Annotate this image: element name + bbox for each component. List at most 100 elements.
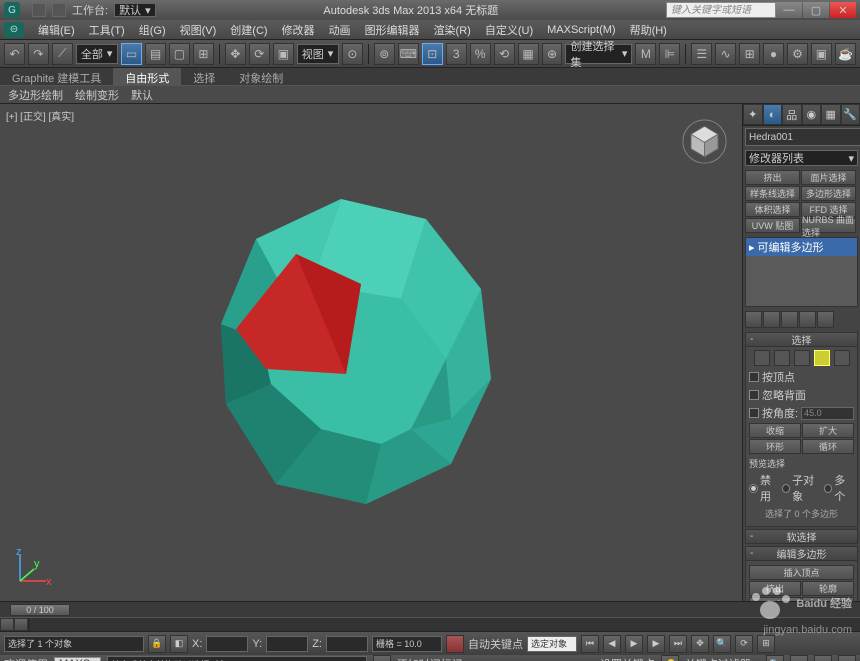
viewport-label[interactable]: [+] [正交] [真实] [6,108,74,123]
object-name-field[interactable] [745,128,860,146]
subobj-element[interactable] [834,350,850,366]
link-button[interactable]: ⟋ [52,43,73,65]
layers-button[interactable]: ☰ [691,43,712,65]
select-by-name-button[interactable]: ▤ [145,43,166,65]
coord-z-field[interactable] [326,636,368,652]
stack-remove[interactable] [799,311,816,328]
menu-create[interactable]: 创建(C) [224,20,273,40]
setkey-button[interactable]: 🔑 [661,655,679,661]
nav-region-icon[interactable]: ▣ [814,655,832,661]
scale-button[interactable]: ▣ [273,43,294,65]
ref-coord-combo[interactable]: 视图▾ [297,44,339,64]
align-button[interactable]: ⊫ [659,43,680,65]
subobj-vertex[interactable] [754,350,770,366]
btn-loop[interactable]: 循环 [802,439,854,454]
autokey-label[interactable]: 自动关键点 [468,636,523,652]
manipulate-button[interactable]: ⊚ [374,43,395,65]
play-start-icon[interactable]: ⏮ [581,635,599,653]
ribbon-sub-polypaint[interactable]: 多边形绘制 [8,87,63,103]
qat-redo[interactable] [52,3,66,17]
play-prev-icon[interactable]: ◀ [603,635,621,653]
cmdtab-hierarchy[interactable]: 品 [782,104,802,125]
edged-faces-icon[interactable]: ▦ [518,43,539,65]
pivot-button[interactable]: ⊙ [342,43,363,65]
rect-select-icon[interactable]: ▢ [169,43,190,65]
modbtn-nurbssel[interactable]: NURBS 曲面选择 [801,218,856,233]
menu-group[interactable]: 组(G) [133,20,172,40]
menu-tools[interactable]: 工具(T) [83,20,131,40]
help-search[interactable]: 键入关键字或短语 [666,2,776,18]
subobj-border[interactable] [794,350,810,366]
cmdtab-modify[interactable]: ◐ [763,104,783,125]
nav-orbit-icon[interactable]: ⟳ [735,635,753,653]
nav-zoom-icon[interactable]: 🔍 [713,635,731,653]
modbtn-polysel[interactable]: 多边形选择 [801,186,856,201]
track-filter-icon[interactable] [0,618,14,631]
snap-toggle[interactable]: ⊡ [422,43,443,65]
rotate-button[interactable]: ⟳ [249,43,270,65]
redo-button[interactable]: ↷ [28,43,49,65]
maximize-button[interactable]: ▢ [803,2,829,18]
qat-undo[interactable] [32,3,46,17]
stack-editable-poly[interactable]: ▸可编辑多边形 [746,238,857,256]
cmdtab-create[interactable]: ✦ [743,104,763,125]
radio-off[interactable] [749,484,758,493]
setkey-label[interactable]: 设置关键点 [600,656,655,661]
rollout-selection-hdr[interactable]: 选择 [745,332,858,347]
modbtn-uvwmap[interactable]: UVW 贴图 [745,218,800,233]
chk-byangle[interactable] [749,408,759,418]
menu-render[interactable]: 渲染(R) [428,20,477,40]
keyboard-shortcut-icon[interactable]: ⌨ [398,43,419,65]
close-button[interactable]: ✕ [830,2,856,18]
play-button[interactable]: ▶ [625,635,643,653]
cmdtab-utilities[interactable]: 🔧 [841,104,860,125]
keyfilter-label[interactable]: 关键点过滤器... [685,656,760,661]
play-end-icon[interactable]: ⏭ [669,635,687,653]
move-button[interactable]: ✥ [225,43,246,65]
autokey-button[interactable] [446,635,464,653]
app-menu-icon[interactable]: ⊝ [4,22,24,38]
nav-fov-icon[interactable]: ◐ [790,655,808,661]
undo-button[interactable]: ↶ [4,43,25,65]
coord-x-field[interactable] [206,636,248,652]
nav-zoom2-icon[interactable]: 🔍 [766,655,784,661]
cmdtab-motion[interactable]: ◉ [802,104,822,125]
render-frame-button[interactable]: ▣ [811,43,832,65]
minimize-button[interactable]: — [776,2,802,18]
coord-y-field[interactable] [266,636,308,652]
render-button[interactable]: ☕ [835,43,856,65]
isolate-icon[interactable]: ◧ [170,635,188,653]
menu-help[interactable]: 帮助(H) [624,20,673,40]
play-next-icon[interactable]: ▶ [647,635,665,653]
chk-byvertex[interactable] [749,372,759,382]
cmdtab-display[interactable]: ▦ [821,104,841,125]
selection-filter-combo[interactable]: 全部▾ [76,44,118,64]
percent-snap-icon[interactable]: % [470,43,491,65]
subobj-edge[interactable] [774,350,790,366]
render-setup-button[interactable]: ⚙ [787,43,808,65]
stack-config[interactable] [817,311,834,328]
modifier-list-combo[interactable]: 修改器列表▾ [745,150,858,166]
modbtn-splinesel[interactable]: 样条线选择 [745,186,800,201]
ribbon-tab-selection[interactable]: 选择 [181,68,227,85]
misc-tool-icon[interactable]: ⊕ [542,43,563,65]
workspace-combo[interactable]: 默认▾ [114,3,156,17]
radio-subobj[interactable] [782,484,790,493]
btn-shrink[interactable]: 收缩 [749,423,801,438]
track-bar[interactable] [0,617,860,631]
stack-pin[interactable] [745,311,762,328]
time-slider-bar[interactable]: 0 / 100 [0,601,860,617]
rollout-softsel-hdr[interactable]: 软选择 [745,529,858,544]
named-selset-combo[interactable]: 创建选择集▾ [565,44,632,64]
material-editor-button[interactable]: ● [763,43,784,65]
radio-multi[interactable] [824,484,832,493]
subobj-polygon[interactable] [814,350,830,366]
menu-maxscript[interactable]: MAXScript(M) [541,22,621,38]
hedra-mesh[interactable] [0,104,742,601]
menu-customize[interactable]: 自定义(U) [479,20,539,40]
time-slider[interactable]: 0 / 100 [10,604,70,616]
add-time-tag[interactable]: 添加时间标记 [397,656,463,661]
btn-extrude[interactable]: 挤出 [749,581,801,596]
menu-edit[interactable]: 编辑(E) [32,20,81,40]
ribbon-tab-objpaint[interactable]: 对象绘制 [227,68,295,85]
